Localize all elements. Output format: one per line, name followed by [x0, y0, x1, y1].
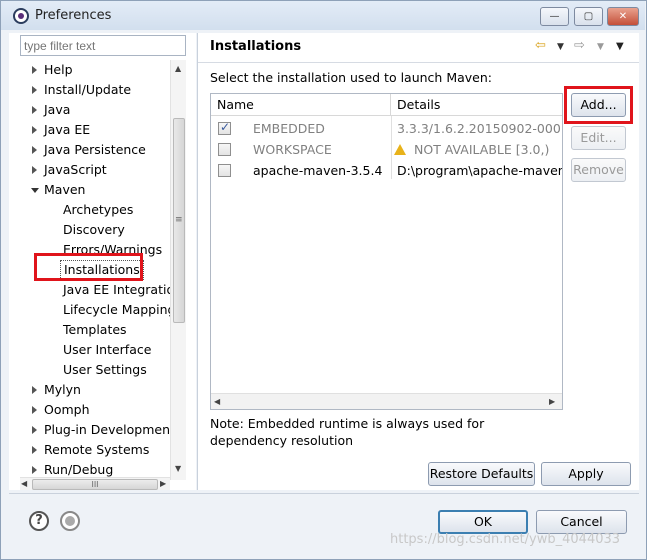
tree-hscroll-thumb[interactable]: III [32, 479, 158, 490]
row-name[interactable]: EMBEDDED [253, 118, 325, 139]
tree-item-lifecycle-mapping[interactable]: Lifecycle Mapping [63, 300, 170, 320]
tree-item-archetypes[interactable]: Archetypes [63, 200, 133, 220]
tree-horizontal-scrollbar[interactable]: ◀ III ▶ [20, 477, 170, 490]
window-title: Preferences [35, 8, 112, 23]
forward-menu-icon[interactable]: ▼ [597, 42, 604, 52]
forward-arrow-icon[interactable]: ⇨ [574, 38, 585, 53]
scroll-up-icon[interactable]: ▲ [175, 64, 181, 73]
eclipse-icon [13, 8, 29, 24]
tree-item-templates[interactable]: Templates [63, 320, 127, 340]
tree-item-user-interface[interactable]: User Interface [63, 340, 151, 360]
row-details: D:\program\apache-maven-3 [397, 163, 563, 178]
row-details: 3.3.3/1.6.2.20150902-0001 [397, 121, 563, 136]
title-bar: Preferences — ▢ ✕ [1, 1, 645, 30]
expand-arrow-icon[interactable] [32, 66, 37, 74]
tree-item-discovery[interactable]: Discovery [63, 220, 125, 240]
tree-item-user-settings[interactable]: User Settings [63, 360, 147, 380]
maximize-button[interactable]: ▢ [574, 7, 603, 26]
record-icon[interactable] [60, 511, 80, 531]
scroll-left-icon[interactable]: ◀ [214, 397, 220, 406]
installations-table: Name Details EMBEDDED 3.3.3/1.6.2.201509… [210, 93, 563, 410]
expand-arrow-icon[interactable] [32, 426, 37, 434]
filter-input[interactable] [20, 35, 186, 56]
ok-button[interactable]: OK [438, 510, 528, 534]
checkbox-workspace[interactable] [218, 143, 231, 156]
restore-defaults-button[interactable]: Restore Defaults [428, 462, 535, 486]
expand-arrow-icon[interactable] [32, 166, 37, 174]
scroll-down-icon[interactable]: ▼ [175, 464, 181, 473]
checkbox-embedded[interactable] [218, 120, 231, 135]
back-menu-icon[interactable]: ▼ [557, 42, 564, 52]
checkbox-apache-maven[interactable] [218, 164, 231, 177]
view-menu-icon[interactable]: ▼ [616, 41, 624, 52]
expand-arrow-icon[interactable] [32, 106, 37, 114]
expand-arrow-icon[interactable] [32, 386, 37, 394]
expand-arrow-icon[interactable] [32, 446, 37, 454]
watermark: https://blog.csdn.net/ywb_4044033 [390, 532, 621, 547]
close-button[interactable]: ✕ [607, 7, 639, 26]
column-header-name[interactable]: Name [211, 94, 391, 116]
warning-icon [394, 144, 406, 155]
expand-arrow-icon[interactable] [32, 126, 37, 134]
expand-arrow-icon[interactable] [32, 146, 37, 154]
title-separator [198, 62, 639, 63]
minimize-button[interactable]: — [540, 7, 569, 26]
tree-item-java-ee-integration[interactable]: Java EE Integration [63, 280, 170, 300]
tree-scroll-thumb[interactable]: ≡ [173, 118, 185, 323]
page-description: Select the installation used to launch M… [210, 70, 492, 85]
footer-separator [9, 493, 639, 494]
embedded-runtime-note: Note: Embedded runtime is always used fo… [210, 416, 485, 448]
page-title: Installations [210, 39, 302, 54]
scroll-right-icon[interactable]: ▶ [160, 479, 166, 488]
row-name[interactable]: apache-maven-3.5.4 [253, 160, 382, 181]
scroll-right-icon[interactable]: ▶ [549, 397, 555, 406]
apply-button[interactable]: Apply [541, 462, 631, 486]
table-horizontal-scrollbar[interactable]: ◀ ▶ [211, 393, 562, 409]
expand-arrow-icon[interactable] [32, 466, 37, 474]
row-name[interactable]: WORKSPACE [253, 139, 332, 160]
column-header-details[interactable]: Details [391, 94, 562, 116]
row-details: NOT AVAILABLE [3.0,) [414, 142, 550, 157]
highlight-add [564, 86, 633, 124]
expand-arrow-icon[interactable] [32, 406, 37, 414]
scroll-left-icon[interactable]: ◀ [21, 479, 27, 488]
help-icon[interactable]: ? [29, 511, 49, 531]
cancel-button[interactable]: Cancel [536, 510, 627, 534]
tree-vertical-scrollbar[interactable]: ▲ ≡ ▼ [170, 60, 186, 480]
remove-button[interactable]: Remove [571, 158, 626, 182]
edit-button[interactable]: Edit... [571, 126, 626, 150]
highlight-installations [34, 253, 143, 281]
back-arrow-icon[interactable]: ⇦ [535, 38, 546, 53]
collapse-arrow-icon[interactable] [31, 188, 39, 193]
expand-arrow-icon[interactable] [32, 86, 37, 94]
